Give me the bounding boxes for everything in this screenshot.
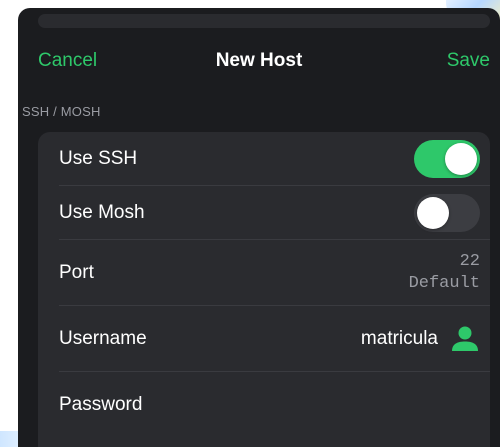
username-row: Username matricula [38,306,490,372]
use-ssh-toggle[interactable] [414,140,480,178]
password-label: Password [59,394,143,415]
navigation-bar: Cancel New Host Save [18,38,500,84]
port-value: 22 [459,252,480,271]
port-placeholder: Default [408,274,480,293]
ssh-mosh-settings-group: Use SSH Use Mosh Port 22 Default Usernam… [38,132,490,447]
cancel-button[interactable]: Cancel [38,50,97,72]
port-field[interactable]: 22 Default [409,251,480,295]
port-label: Port [59,262,94,283]
sheet-grabber[interactable] [38,14,490,28]
username-field[interactable]: matricula [361,328,438,350]
username-field-group: matricula [361,324,480,354]
use-ssh-label: Use SSH [59,148,138,169]
use-ssh-row: Use SSH [38,132,490,186]
use-mosh-toggle[interactable] [414,194,480,232]
toggle-knob [417,197,449,229]
section-header-ssh-mosh: SSH / MOSH [22,104,101,119]
new-host-sheet: Cancel New Host Save SSH / MOSH Use SSH … [18,8,500,447]
use-mosh-row: Use Mosh [38,186,490,240]
person-icon[interactable] [450,324,480,354]
password-row[interactable]: Password [38,372,490,438]
use-mosh-label: Use Mosh [59,202,145,223]
port-row: Port 22 Default [38,240,490,306]
save-button[interactable]: Save [447,50,490,72]
toggle-knob [445,143,477,175]
username-label: Username [59,328,147,349]
